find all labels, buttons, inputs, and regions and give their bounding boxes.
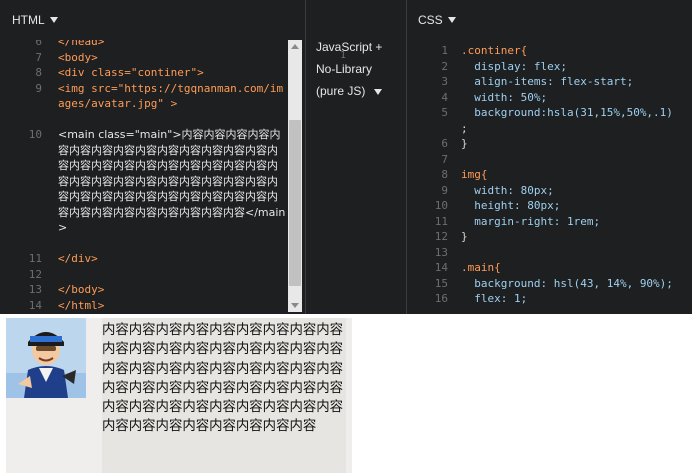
code-line: 15 background: hsl(43, 14%, 90%); [434,276,673,290]
code-line: 13 [434,245,448,259]
scroll-up-icon[interactable] [291,44,299,49]
code-line: ; [461,121,468,135]
js-line-number: 1 [340,50,347,61]
js-library-sub[interactable]: (pure JS) [316,80,382,102]
code-line: 4 width: 50%; [441,90,548,104]
code-line: 9 <img src="https://tgqnanman.com/images… [35,81,284,111]
code-line: 13 </body> [28,283,105,296]
result-preview: 内容内容内容内容内容内容内容内容内容内容内容内容内容内容内容内容内容内容内容内容… [0,314,692,476]
code-line: 5 background:hsla(31,15%,50%,.1) [441,106,673,119]
code-line: 14 .main{ [434,261,501,274]
code-line: 7 <body> [35,50,98,64]
scrollbar-thumb[interactable] [289,120,301,286]
chevron-down-icon[interactable] [49,17,58,23]
code-line: 1 .continer{ [441,44,528,57]
js-library-menu[interactable]: JavaScript + No-Library (pure JS) [316,36,382,102]
code-line: 12 [28,267,42,281]
code-line: 8 img{ [441,168,488,181]
code-line: 12} [434,230,468,243]
avatar [6,318,86,398]
css-code-area[interactable]: 1 .continer{ 2 display: flex; 3 align-items… [408,40,692,314]
code-line: 11 margin-right: 1rem; [434,214,601,228]
pane-divider[interactable] [406,0,407,314]
chevron-down-icon[interactable] [447,17,456,23]
code-line: 2 display: flex; [441,59,567,73]
code-line: 10 <main class="main">内容内容内容内容内容内容内容内容内容… [28,128,286,234]
html-tab[interactable]: HTML [12,0,58,40]
js-tab-label: JavaScript + [316,40,383,54]
code-line: 7 [441,152,448,166]
code-editor: HTML JavaScript + No-Library (pure JS) 1… [0,0,692,314]
main-content: 内容内容内容内容内容内容内容内容内容内容内容内容内容内容内容内容内容内容内容内容… [102,318,346,473]
html-code-area[interactable]: 6 </head> 7 <body> 8 <div class="contine… [0,40,288,314]
html-scrollbar[interactable] [288,40,302,312]
code-line: 3 align-items: flex-start; [441,75,634,88]
css-tab-label: CSS [418,13,443,27]
code-line: 14 </html> [28,298,105,312]
code-line: 10 height: 80px; [434,199,561,212]
html-tab-label: HTML [12,13,45,27]
scroll-down-icon[interactable] [291,303,299,308]
code-line: 6} [441,137,468,150]
chevron-down-icon[interactable] [373,88,382,95]
code-line: 9 width: 80px; [441,183,554,197]
pane-divider[interactable] [305,0,306,314]
css-tab[interactable]: CSS [418,0,456,40]
continer-box: 内容内容内容内容内容内容内容内容内容内容内容内容内容内容内容内容内容内容内容内容… [6,318,352,473]
code-line: 8 <div class="continer"> [35,66,204,79]
js-library-label: No-Library [316,62,373,76]
code-line: 11 </div> [28,252,98,265]
code-line: 16 flex: 1; [434,292,528,305]
code-line: 6 </head> [35,40,105,48]
